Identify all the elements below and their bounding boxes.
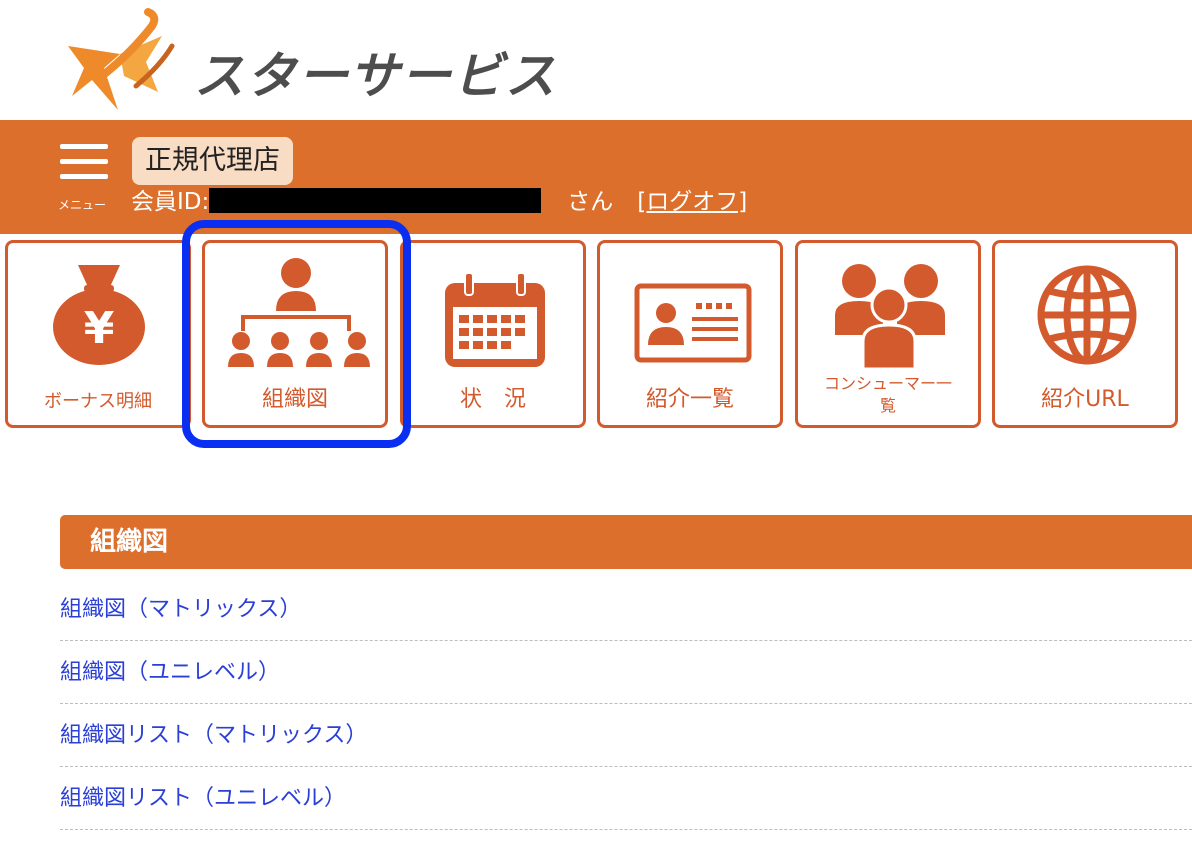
site-logo[interactable]: スターサービス: [62, 6, 555, 118]
rank-badge: 正規代理店: [132, 137, 293, 185]
tile-referral-url[interactable]: 紹介URL: [992, 240, 1178, 428]
member-info: 会員ID: さん [ログオフ]: [131, 186, 747, 218]
page: スターサービス メニュー 正規代理店 会員ID: さん [ログオフ] ¥ ボーナス明…: [0, 0, 1192, 868]
link-org-chart-matrix[interactable]: 組織図（マトリックス）: [60, 578, 1192, 641]
member-id-redacted: [209, 188, 542, 213]
tile-label: コンシューマー一覧: [823, 374, 952, 415]
org-chart-icon: [228, 258, 370, 367]
hamburger-icon-bar: [60, 174, 108, 179]
brand-name: スターサービス: [194, 47, 557, 105]
tile-label: 紹介URL: [1041, 387, 1129, 412]
link-org-list-matrix[interactable]: 組織図リスト（マトリックス）: [60, 704, 1192, 767]
id-card-icon: [634, 283, 752, 363]
link-org-list-unilevel[interactable]: 組織図リスト（ユニレベル）: [60, 767, 1192, 830]
member-suffix: さん: [567, 189, 614, 215]
tile-org-chart[interactable]: 組織図: [202, 240, 388, 428]
org-chart-link-list: 組織図（マトリックス） 組織図（ユニレベル） 組織図リスト（マトリックス） 組織…: [60, 578, 1192, 830]
people-group-icon: [835, 264, 945, 371]
logoff-link[interactable]: [ログオフ]: [637, 189, 747, 215]
star-logo-icon: [68, 8, 175, 110]
header-bar: メニュー 正規代理店 会員ID: さん [ログオフ]: [0, 120, 1192, 234]
tile-consumer-list[interactable]: コンシューマー一覧: [795, 240, 981, 428]
menu-label: メニュー: [58, 198, 107, 212]
globe-icon: [1037, 265, 1137, 365]
section-header: 組織図: [60, 515, 1192, 569]
tile-referral-list[interactable]: 紹介一覧: [597, 240, 783, 428]
tile-label: 紹介一覧: [645, 387, 734, 412]
link-org-chart-unilevel[interactable]: 組織図（ユニレベル）: [60, 641, 1192, 704]
section-title: 組織図: [90, 527, 169, 557]
tile-status[interactable]: 状 況: [400, 240, 586, 428]
tile-label: 状 況: [459, 387, 526, 412]
calendar-icon: [445, 272, 545, 367]
hamburger-icon: [60, 144, 108, 149]
tile-bonus-statement[interactable]: ¥ ボーナス明細: [5, 240, 191, 428]
hamburger-icon-bar: [60, 159, 108, 164]
menu-button[interactable]: メニュー: [58, 142, 112, 212]
tile-label: 組織図: [261, 387, 328, 412]
svg-text:¥: ¥: [84, 303, 115, 354]
money-bag-yen-icon: ¥: [53, 265, 145, 365]
tile-label: ボーナス明細: [44, 391, 152, 412]
member-id-label: 会員ID:: [131, 189, 210, 215]
